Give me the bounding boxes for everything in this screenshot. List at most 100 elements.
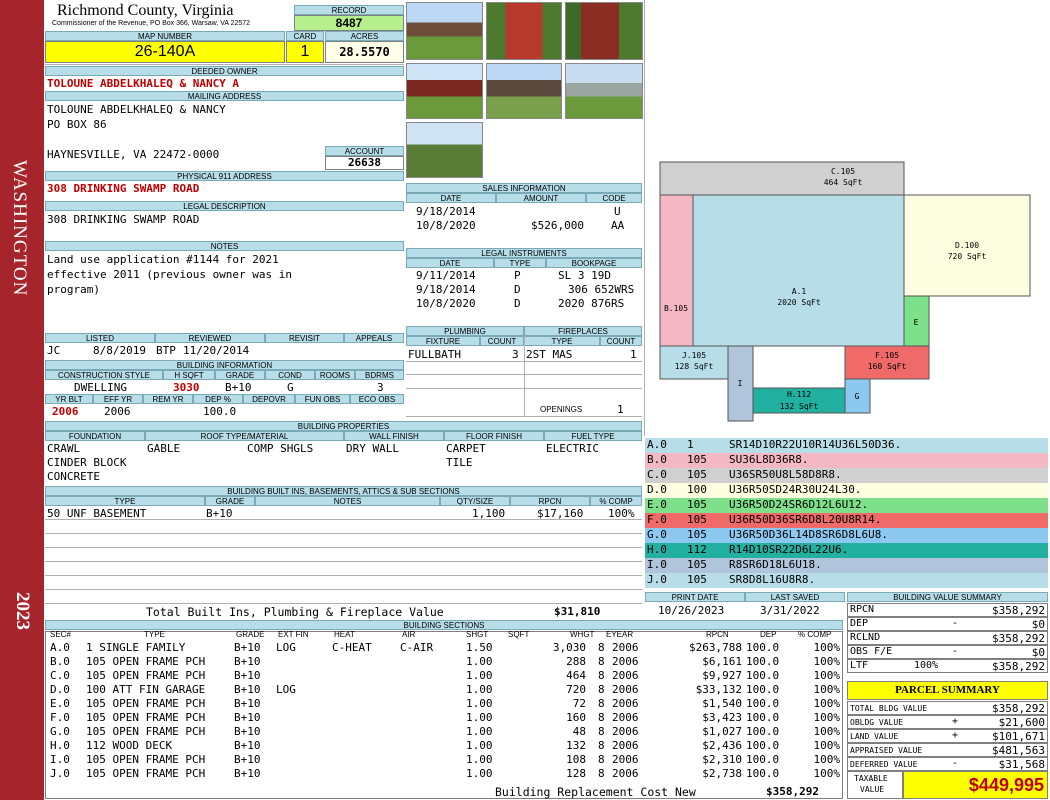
plumbing-label: PLUMBING: [406, 326, 524, 336]
traverse-path: U36R50D36SR6D8L20U8R14.: [729, 513, 882, 526]
listed-date: 8/8/2019: [93, 344, 146, 357]
builtins-grid-line: [45, 561, 642, 562]
listed-by: JC: [47, 344, 61, 357]
section-row: J.0 105 OPEN FRAME PCH B+10 1.00 128 8 2006 $2,…: [46, 767, 842, 781]
tbv-label: TOTAL BLDG VALUE: [850, 704, 928, 713]
bi-qty-header: QTY/SIZE: [440, 496, 510, 506]
section-eyear: 2006: [612, 711, 639, 724]
li-date-header: DATE: [406, 258, 494, 268]
property-photo-3[interactable]: [565, 2, 643, 60]
section-grade: B+10: [234, 669, 261, 682]
bi-comp-header: % COMP: [590, 496, 642, 506]
sales-amount: $526,000: [531, 219, 584, 232]
fireplace-count-header: COUNT: [600, 336, 642, 346]
card-label: CARD: [286, 31, 324, 41]
sketch-a: [692, 194, 905, 347]
sales-code: U: [614, 205, 621, 218]
section-comp: 100%: [813, 767, 841, 780]
obs-label: OBS F/E: [850, 646, 893, 657]
mailing-line-2: PO BOX 86: [47, 118, 107, 131]
section-eyear: 2006: [612, 739, 639, 752]
tbv-value: $358,292: [992, 702, 1045, 715]
section-row: A.0 1 SINGLE FAMILY B+10 LOG C-HEAT C-AIR 1.50…: [46, 641, 842, 655]
traverse-code: E.0: [647, 498, 667, 511]
obldg-value: $21,600: [998, 716, 1045, 729]
grade-header: GRADE: [215, 370, 265, 380]
parcel-summary-title: PARCEL SUMMARY: [847, 681, 1048, 700]
section-row: I.0 105 OPEN FRAME PCH B+10 1.00 108 8 2006 $2,…: [46, 753, 842, 767]
traverse-code: F.0: [647, 513, 667, 526]
sketch-d-area: 720 SqFt: [948, 252, 987, 261]
section-dep: 100.0: [746, 767, 780, 780]
property-photo-7[interactable]: [406, 122, 483, 178]
traverse-num: 105: [687, 528, 707, 541]
section-sqft: 464: [566, 669, 586, 682]
traverse-num: 105: [687, 573, 707, 586]
divider: [45, 64, 404, 65]
dep-label: DEP: [850, 618, 869, 629]
builtins-grid-line: [45, 519, 642, 520]
property-photo-6[interactable]: [565, 63, 643, 119]
sketch-i-label: I: [738, 379, 743, 388]
property-photo-1[interactable]: [406, 2, 483, 60]
sketch-b-label: B.105: [664, 304, 688, 313]
section-comp: 100%: [813, 711, 841, 724]
building-properties-label: BUILDING PROPERTIES: [45, 421, 642, 431]
rclnd-label: RCLND: [850, 632, 881, 643]
bi-type-header: TYPE: [45, 496, 205, 506]
traverse-code: J.0: [647, 573, 667, 586]
sales-amount-header: AMOUNT: [496, 193, 586, 203]
sketch-j-area: 128 SqFt: [675, 362, 714, 371]
section-header-grade: GRADE: [236, 630, 265, 639]
builtins-grid-line: [45, 575, 642, 576]
section-dep: 100.0: [746, 641, 780, 654]
traverse-num: 105: [687, 498, 707, 511]
acres-value: 28.5570: [325, 41, 404, 63]
section-eyear: 2006: [612, 669, 639, 682]
dep-row: DEP - $0: [847, 617, 1048, 631]
li-book-header: BOOKPAGE: [546, 258, 642, 268]
section-eyear: 2006: [612, 767, 639, 780]
section-sqft: 108: [566, 753, 586, 766]
builtins-label: BUILDING BUILT INS, BASEMENTS, ATTICS & …: [45, 486, 642, 496]
traverse-path: U36R50D24SR6D12L6U12.: [729, 498, 869, 511]
section-type: 105 OPEN FRAME PCH: [86, 753, 206, 766]
section-shgt: 1.00: [466, 655, 493, 668]
section-rpcn: $1,540: [702, 697, 742, 710]
sales-date: 10/8/2020: [416, 219, 476, 232]
traverse-row: G.0 105 U36R50D36L14D8SR6D8L6U8.: [645, 528, 1048, 543]
traverse-num: 105: [687, 468, 707, 481]
tbv-row: TOTAL BLDG VALUE $358,292: [847, 701, 1048, 715]
traverse-row: F.0 105 U36R50D36SR6D8L20U8R14.: [645, 513, 1048, 528]
section-header-sqft: SQFT: [508, 630, 530, 639]
remyr-header: REM YR: [143, 394, 193, 404]
section-ext: LOG: [276, 683, 296, 696]
record-value: 8487: [294, 15, 404, 31]
section-whgt: 8: [598, 683, 605, 696]
builtins-total-label: Total Built Ins, Plumbing & Fireplace Va…: [146, 605, 444, 619]
mailing-line-3: HAYNESVILLE, VA 22472-0000: [47, 148, 220, 161]
section-air: C-AIR: [400, 641, 434, 654]
rooms-header: ROOMS: [315, 370, 355, 380]
property-photo-5[interactable]: [486, 63, 562, 119]
section-whgt: 8: [598, 655, 605, 668]
section-sec: B.0: [50, 655, 70, 668]
section-sec: G.0: [50, 725, 70, 738]
section-header-type: TYPE: [144, 630, 165, 639]
fixture-value: FULLBATH: [408, 348, 461, 361]
section-dep: 100.0: [746, 697, 780, 710]
property-photo-4[interactable]: [406, 63, 483, 119]
value-summary-label: BUILDING VALUE SUMMARY: [847, 592, 1048, 602]
section-rpcn: $33,132: [695, 683, 742, 696]
taxable-label-box: TAXABLE VALUE: [847, 771, 903, 799]
section-grade: B+10: [234, 711, 261, 724]
foundation-header: FOUNDATION: [45, 431, 145, 441]
property-photo-2[interactable]: [486, 2, 562, 60]
section-eyear: 2006: [612, 655, 639, 668]
rclnd-row: RCLND $358,292: [847, 631, 1048, 645]
section-shgt: 1.00: [466, 753, 493, 766]
section-header-sec: SEC#: [50, 630, 71, 639]
obldg-label: OBLDG VALUE: [850, 718, 903, 727]
section-whgt: 8: [598, 669, 605, 682]
yrblt-value: 2006: [52, 405, 79, 418]
